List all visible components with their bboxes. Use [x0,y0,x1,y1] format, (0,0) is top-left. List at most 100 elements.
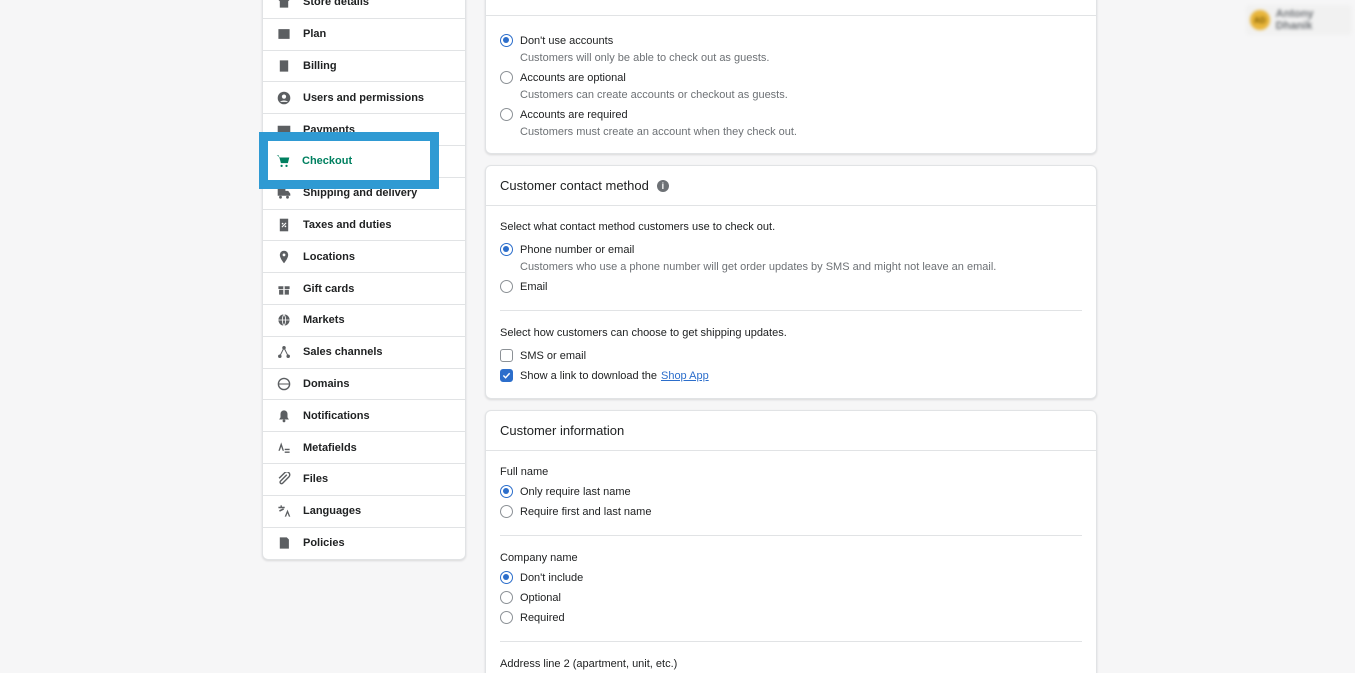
channels-icon [277,345,291,359]
updates-label: Select how customers can choose to get s… [500,327,787,339]
language-icon [277,504,291,518]
radio-phone-or-email[interactable]: Phone number or email [500,243,634,256]
option-label: Phone number or email [520,243,635,256]
sidebar-item-label: Locations [303,250,355,263]
customer-accounts-card: Don't use accounts Customers will only b… [485,0,1097,154]
avatar: AD [1250,10,1270,30]
sidebar-item-label: Billing [303,59,337,72]
globe-icon [277,313,291,327]
sidebar-item-metafields[interactable]: Metafields [263,432,465,464]
sidebar-item-policies[interactable]: Policies [263,528,465,560]
card-header [486,0,1096,16]
checkmark-icon [502,372,511,379]
radio-indicator[interactable] [500,108,513,121]
radio-indicator[interactable] [500,505,513,518]
sidebar-item-files[interactable]: Files [263,464,465,496]
checkbox-sms-or-email[interactable]: SMS or email [500,349,586,362]
radio-dont-use-accounts[interactable]: Don't use accounts [500,34,613,47]
radio-accounts-optional[interactable]: Accounts are optional [500,71,626,84]
sidebar-item-domains[interactable]: Domains [263,369,465,401]
radio-indicator[interactable] [500,71,513,84]
radio-company-dont-include[interactable]: Don't include [500,571,583,584]
info-icon[interactable]: i [656,179,669,192]
sidebar-item-markets[interactable]: Markets [263,305,465,337]
sidebar-item-label: Metafields [303,441,357,454]
radio-first-and-last-name[interactable]: Require first and last name [500,505,651,518]
sidebar-item-gift-cards[interactable]: Gift cards [263,273,465,305]
sidebar-item-billing[interactable]: Billing [263,51,465,83]
user-menu[interactable]: AD Antony Dhanik [1246,5,1352,35]
option-label: Optional [520,591,561,604]
full-name-label: Full name [500,466,549,478]
sidebar-item-locations[interactable]: Locations [263,241,465,274]
gift-icon [277,282,291,296]
sidebar-item-label: Payments [303,123,355,136]
shop-app-link[interactable]: Shop App [661,370,709,382]
sidebar-item-plan[interactable]: Plan [263,19,465,51]
sidebar-item-users[interactable]: Users and permissions [263,82,465,115]
radio-company-optional[interactable]: Optional [500,591,561,604]
customer-contact-card: Customer contact method i Select what co… [485,165,1097,399]
divider [500,310,1082,311]
radio-indicator[interactable] [500,280,513,293]
radio-last-name-only[interactable]: Only require last name [500,485,631,498]
sidebar-item-label: Shipping and delivery [303,187,418,200]
radio-email[interactable]: Email [500,280,548,293]
option-help: Customers must create an account when th… [520,126,797,138]
checkbox-shop-app-link[interactable]: Show a link to download the Shop App [500,369,709,382]
sidebar-item-label: Users and permissions [303,91,425,104]
option-label: Don't include [520,571,584,584]
user-icon [277,91,291,105]
location-icon [277,250,291,264]
domains-icon [277,377,291,391]
sidebar-item-languages[interactable]: Languages [263,496,465,528]
card-title: Customer contact method [500,178,649,193]
option-label: Accounts are required [520,108,628,121]
option-help: Customers will only be able to check out… [520,52,770,64]
sidebar-item-label: Markets [303,314,345,327]
cart-icon [276,154,290,168]
settings-sidebar: Store details Plan Billing Users and per… [262,0,466,561]
option-label: Accounts are optional [520,71,626,84]
paperclip-icon [277,472,291,486]
option-help: Customers who use a phone number will ge… [520,261,997,273]
sidebar-item-store-details[interactable]: Store details [263,0,465,19]
sidebar-item-label: Store details [303,0,370,9]
radio-company-required[interactable]: Required [500,611,565,624]
card-title: Customer information [500,423,625,438]
sidebar-item-label: Languages [303,505,362,518]
billing-icon [277,59,291,73]
sidebar-item-notifications[interactable]: Notifications [263,400,465,433]
option-label: Show a link to download the [520,369,657,382]
option-label: Require first and last name [520,505,652,518]
option-help: Customers can create accounts or checkou… [520,89,788,101]
card-header: Customer information [486,411,1096,451]
sidebar-item-label: Notifications [303,409,370,422]
option-label: Only require last name [520,485,631,498]
option-label: Email [520,280,548,293]
payments-icon [277,123,291,137]
divider [500,641,1082,642]
sidebar-item-shipping[interactable]: Shipping and delivery [263,178,465,210]
radio-accounts-required[interactable]: Accounts are required [500,108,628,121]
sidebar-item-taxes[interactable]: Taxes and duties [263,210,465,242]
sidebar-item-label: Files [303,473,329,486]
radio-indicator[interactable] [500,485,513,498]
checkbox-indicator[interactable] [500,349,513,362]
contact-select-label: Select what contact method customers use… [500,221,776,233]
radio-indicator[interactable] [500,571,513,584]
store-icon [277,0,291,9]
sidebar-item-checkout[interactable]: Checkout [268,141,430,180]
radio-indicator[interactable] [500,243,513,256]
sidebar-item-label: Plan [303,28,327,41]
radio-indicator[interactable] [500,611,513,624]
sidebar-item-sales-channels[interactable]: Sales channels [263,337,465,369]
bell-icon [277,409,291,423]
option-label: Don't use accounts [520,34,614,47]
radio-indicator[interactable] [500,591,513,604]
radio-indicator[interactable] [500,34,513,47]
checkbox-indicator[interactable] [500,369,513,382]
sidebar-item-label: Checkout [302,154,353,167]
truck-icon [277,186,291,200]
divider [500,535,1082,536]
